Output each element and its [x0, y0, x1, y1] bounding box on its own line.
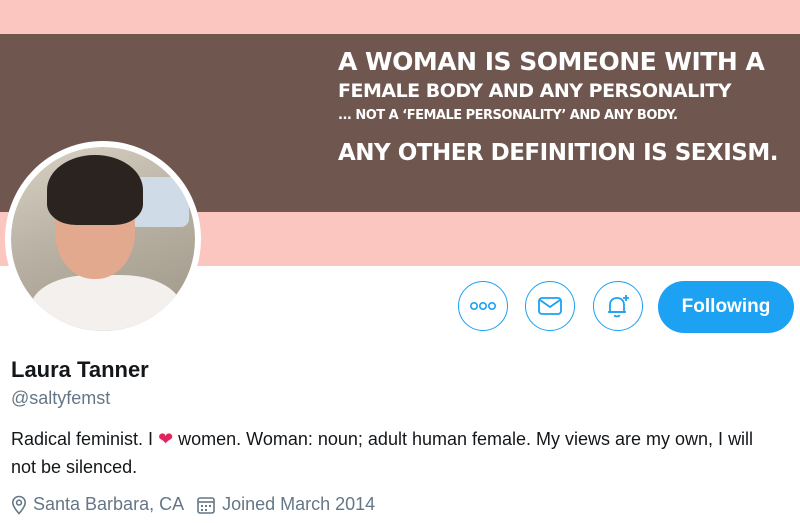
profile-name: Laura Tanner — [11, 357, 149, 382]
profile-joined: Joined March 2014 — [196, 494, 375, 515]
profile-bio: Radical feminist. I ❤ women. Woman: noun… — [11, 425, 771, 481]
bell-plus-icon — [608, 295, 629, 318]
profile-handle[interactable]: @saltyfemst — [11, 388, 110, 409]
avatar-photo — [11, 147, 195, 331]
more-icon — [469, 301, 496, 311]
location-text: Santa Barbara, CA — [33, 494, 185, 514]
following-button[interactable]: Following — [658, 281, 794, 333]
banner-line-4: ANY OTHER DEFINITION IS SEXISM. — [338, 140, 778, 166]
banner-line-2: FEMALE BODY AND ANY PERSONALITY — [338, 80, 732, 102]
notifications-button[interactable] — [593, 281, 643, 331]
banner-line-3: ... NOT A ‘FEMALE PERSONALITY’ AND ANY B… — [338, 108, 678, 123]
banner-line-1: A WOMAN IS SOMEONE WITH A — [338, 47, 765, 76]
message-button[interactable] — [525, 281, 575, 331]
calendar-icon — [196, 495, 216, 515]
more-button[interactable] — [458, 281, 508, 331]
avatar[interactable] — [5, 141, 201, 337]
heart-icon: ❤ — [158, 429, 174, 449]
envelope-icon — [538, 297, 562, 315]
profile-meta: Santa Barbara, CA Joined March 2014 — [11, 494, 387, 515]
location-pin-icon — [11, 495, 27, 515]
joined-text: Joined March 2014 — [222, 494, 376, 514]
profile-location: Santa Barbara, CA — [11, 494, 184, 515]
bio-text-start: Radical feminist. I — [11, 429, 159, 449]
banner-quote: A WOMAN IS SOMEONE WITH A FEMALE BODY AN… — [338, 46, 778, 168]
